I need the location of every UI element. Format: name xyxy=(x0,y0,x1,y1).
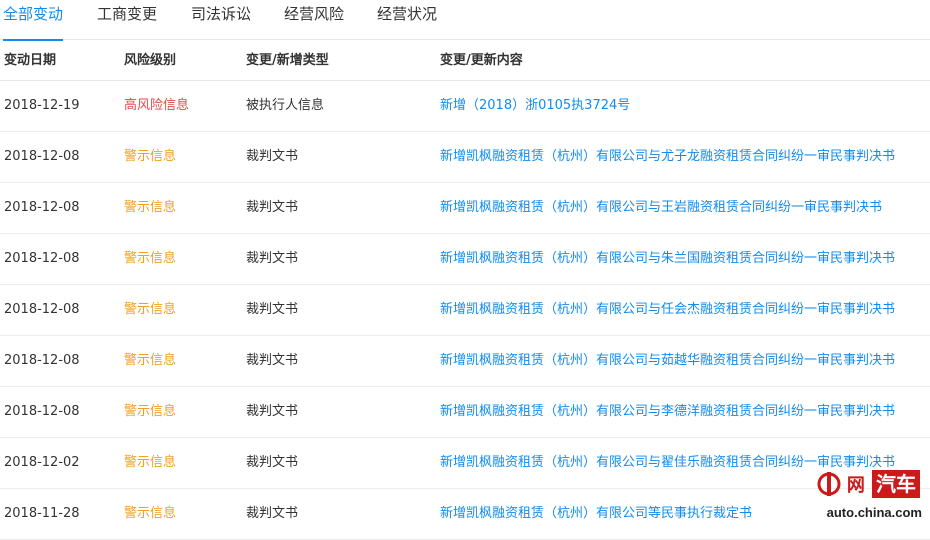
watermark-qiche: 汽车 xyxy=(872,470,920,498)
row-change-content-link[interactable]: 新增凯枫融资租赁（杭州）有限公司与朱兰国融资租赁合同纠纷一审民事判决书 xyxy=(440,234,895,284)
row-change-type: 裁判文书 xyxy=(246,302,299,317)
table-header: 变动日期 风险级别 变更/新增类型 变更/更新内容 xyxy=(0,40,930,81)
row-change-content-link[interactable]: 新增凯枫融资租赁（杭州）有限公司与李德洋融资租赁合同纠纷一审民事判决书 xyxy=(440,387,895,437)
table-row: 2018-12-08 警示信息 裁判文书 新增凯枫融资租赁（杭州）有限公司与尤子龙融资… xyxy=(0,132,930,183)
row-change-type: 裁判文书 xyxy=(246,149,299,164)
table-row: 2018-12-08 警示信息 裁判文书 新增凯枫融资租赁（杭州）有限公司与李德洋融资… xyxy=(0,387,930,438)
tab-bar: 全部变动 工商变更 司法诉讼 经营风险 经营状况 xyxy=(0,0,930,41)
row-risk-level: 警示信息 xyxy=(124,200,177,215)
watermark-url: auto.china.com xyxy=(826,505,922,520)
watermark-wang: 网 xyxy=(846,475,865,496)
row-date: 2018-12-08 xyxy=(4,302,80,317)
header-date: 变动日期 xyxy=(4,53,57,68)
row-date: 2018-12-08 xyxy=(4,149,80,164)
row-change-type: 裁判文书 xyxy=(246,404,299,419)
row-change-content-link[interactable]: 新增凯枫融资租赁（杭州）有限公司与任会杰融资租赁合同纠纷一审民事判决书 xyxy=(440,285,895,335)
header-change-type: 变更/新增类型 xyxy=(246,53,329,68)
watermark: 网 汽车 auto.china.com xyxy=(776,470,926,520)
row-risk-level: 警示信息 xyxy=(124,251,177,266)
table-row: 2018-12-08 警示信息 裁判文书 新增凯枫融资租赁（杭州）有限公司与朱兰国融资… xyxy=(0,234,930,285)
row-change-content-link[interactable]: 新增凯枫融资租赁（杭州）有限公司与茹越华融资租赁合同纠纷一审民事判决书 xyxy=(440,336,895,386)
row-change-content-link[interactable]: 新增凯枫融资租赁（杭州）有限公司等民事执行裁定书 xyxy=(440,489,752,539)
row-date: 2018-12-08 xyxy=(4,404,80,419)
header-risk-level: 风险级别 xyxy=(124,53,177,68)
tab-all-changes[interactable]: 全部变动 xyxy=(3,0,64,41)
row-date: 2018-12-08 xyxy=(4,200,80,215)
row-change-content-link[interactable]: 新增凯枫融资租赁（杭州）有限公司与尤子龙融资租赁合同纠纷一审民事判决书 xyxy=(440,132,895,182)
table-row: 2018-12-08 警示信息 裁判文书 新增凯枫融资租赁（杭州）有限公司与茹越华融资… xyxy=(0,336,930,387)
row-risk-level: 警示信息 xyxy=(124,506,177,521)
row-change-type: 裁判文书 xyxy=(246,455,299,470)
row-risk-level: 警示信息 xyxy=(124,353,177,368)
row-change-content-link[interactable]: 新增凯枫融资租赁（杭州）有限公司与王岩融资租赁合同纠纷一审民事判决书 xyxy=(440,183,882,233)
row-date: 2018-11-28 xyxy=(4,506,80,521)
watermark-brand: 网 汽车 xyxy=(816,470,920,500)
row-risk-level: 警示信息 xyxy=(124,149,177,164)
table-row: 2018-12-08 警示信息 裁判文书 新增凯枫融资租赁（杭州）有限公司与任会杰融资… xyxy=(0,285,930,336)
row-change-type: 裁判文书 xyxy=(246,200,299,215)
china-logo-icon xyxy=(817,472,841,496)
row-change-type: 裁判文书 xyxy=(246,353,299,368)
row-risk-level: 警示信息 xyxy=(124,302,177,317)
row-date: 2018-12-02 xyxy=(4,455,80,470)
header-change-content: 变更/更新内容 xyxy=(440,53,523,68)
row-change-type: 被执行人信息 xyxy=(246,98,325,113)
row-change-type: 裁判文书 xyxy=(246,506,299,521)
table-row: 2018-12-08 警示信息 裁判文书 新增凯枫融资租赁（杭州）有限公司与王岩融资租… xyxy=(0,183,930,234)
row-date: 2018-12-08 xyxy=(4,251,80,266)
tab-operating-risk[interactable]: 经营风险 xyxy=(284,0,344,40)
row-risk-level: 警示信息 xyxy=(124,404,177,419)
tab-operating-status[interactable]: 经营状况 xyxy=(377,0,437,40)
tab-business-changes[interactable]: 工商变更 xyxy=(97,0,157,40)
row-change-content-link[interactable]: 新增（2018）浙0105执3724号 xyxy=(440,81,630,131)
row-change-type: 裁判文书 xyxy=(246,251,299,266)
row-risk-level: 高风险信息 xyxy=(124,98,190,113)
row-date: 2018-12-19 xyxy=(4,98,80,113)
table-row: 2018-12-19 高风险信息 被执行人信息 新增（2018）浙0105执3724号 xyxy=(0,81,930,132)
row-date: 2018-12-08 xyxy=(4,353,80,368)
tab-litigation[interactable]: 司法诉讼 xyxy=(191,0,251,40)
row-risk-level: 警示信息 xyxy=(124,455,177,470)
